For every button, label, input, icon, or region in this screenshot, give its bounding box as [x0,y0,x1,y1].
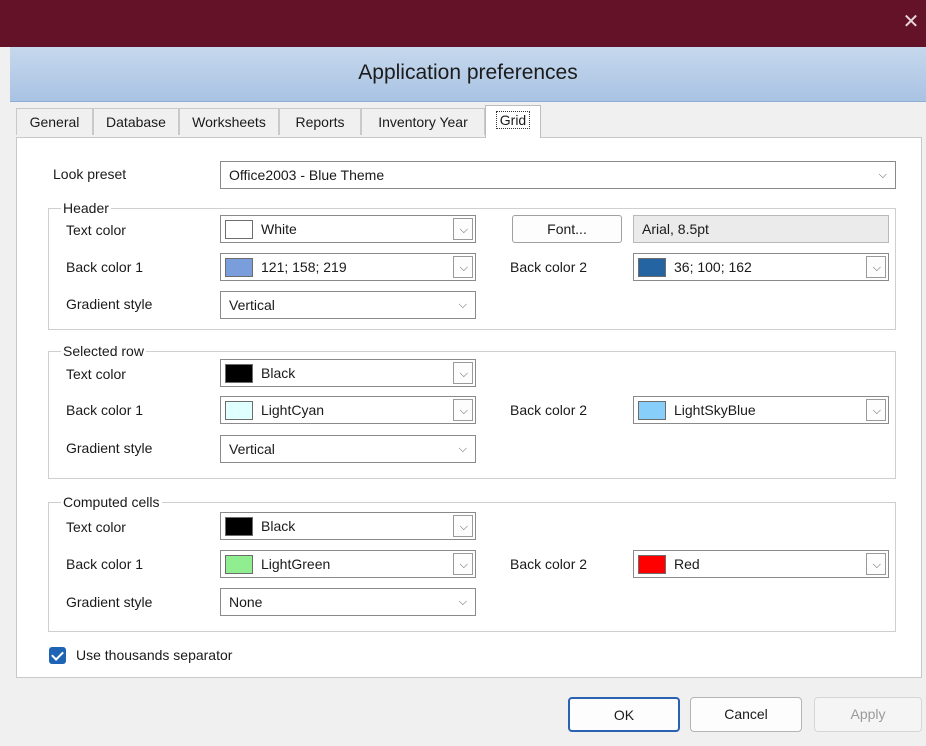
selected-back-color-1-label: Back color 1 [66,402,144,418]
look-preset-label: Look preset [53,166,127,182]
header-back-color-1-label: Back color 1 [66,259,144,275]
chevron-down-icon: ⌵ [459,367,468,380]
chevron-down-icon: ⌵ [458,595,467,608]
dialog-banner: Application preferences [10,47,926,102]
chevron-down-icon: ⌵ [459,223,468,236]
color-swatch [225,555,253,574]
font-button[interactable]: Font... [512,215,622,243]
computed-gradient-style-select[interactable]: None ⌵ [220,588,476,616]
window-edge [0,47,10,746]
color-swatch [638,555,666,574]
thousands-separator-label[interactable]: Use thousands separator [76,647,232,663]
computed-gradient-style-label: Gradient style [66,594,153,610]
computed-back-color-2-select[interactable]: Red ⌵ [633,550,889,578]
tab-grid[interactable]: Grid [485,105,541,138]
tab-general[interactable]: General [16,108,93,135]
dropdown-button[interactable]: ⌵ [866,553,886,575]
chevron-down-icon: ⌵ [878,168,887,181]
ok-button[interactable]: OK [568,697,680,732]
header-back-color-2-select[interactable]: 36; 100; 162 ⌵ [633,253,889,281]
chevron-down-icon: ⌵ [872,558,881,571]
font-value-field: Arial, 8.5pt [633,215,889,243]
close-icon[interactable]: ✕ [896,6,926,36]
title-bar: ✕ [0,0,926,47]
computed-gradient-style-value: None [229,594,263,610]
tab-grid-label: Grid [495,111,531,129]
chevron-down-icon: ⌵ [459,261,468,274]
selected-gradient-style-label: Gradient style [66,440,153,456]
chevron-down-icon: ⌵ [458,442,467,455]
dropdown-button[interactable]: ⌵ [453,362,473,384]
color-swatch [638,401,666,420]
computed-text-color-label: Text color [66,519,126,535]
selected-back-color-1-select[interactable]: LightCyan ⌵ [220,396,476,424]
header-back-color-1-value: 121; 158; 219 [261,259,347,275]
selected-back-color-1-value: LightCyan [261,402,325,418]
dropdown-button[interactable]: ⌵ [453,256,473,278]
selected-text-color-label: Text color [66,366,126,382]
dropdown-button[interactable]: ⌵ [866,256,886,278]
header-back-color-2-value: 36; 100; 162 [674,259,752,275]
selected-back-color-2-label: Back color 2 [510,402,588,418]
tab-worksheets[interactable]: Worksheets [179,108,279,135]
color-swatch [225,258,253,277]
header-text-color-label: Text color [66,222,126,238]
chevron-down-icon: ⌵ [458,298,467,311]
tab-reports[interactable]: Reports [279,108,361,135]
computed-back-color-1-label: Back color 1 [66,556,144,572]
thousands-separator-checkbox[interactable] [49,647,66,664]
selected-text-color-select[interactable]: Black ⌵ [220,359,476,387]
computed-text-color-select[interactable]: Black ⌵ [220,512,476,540]
selected-gradient-style-value: Vertical [229,441,275,457]
font-value: Arial, 8.5pt [642,221,709,237]
tab-database[interactable]: Database [93,108,179,135]
chevron-down-icon: ⌵ [872,261,881,274]
selected-back-color-2-select[interactable]: LightSkyBlue ⌵ [633,396,889,424]
look-preset-value: Office2003 - Blue Theme [229,167,385,183]
chevron-down-icon: ⌵ [872,404,881,417]
dropdown-button[interactable]: ⌵ [453,515,473,537]
dropdown-button[interactable]: ⌵ [453,399,473,421]
color-swatch [225,517,253,536]
computed-back-color-2-value: Red [674,556,700,572]
computed-text-color-value: Black [261,518,296,534]
color-swatch [638,258,666,277]
color-swatch [225,364,253,383]
chevron-down-icon: ⌵ [459,558,468,571]
selected-row-group-title: Selected row [61,343,146,359]
header-back-color-1-select[interactable]: 121; 158; 219 ⌵ [220,253,476,281]
computed-cells-group-title: Computed cells [61,494,162,510]
cancel-button[interactable]: Cancel [690,697,802,732]
selected-text-color-value: Black [261,365,296,381]
dropdown-button[interactable]: ⌵ [453,218,473,240]
header-back-color-2-label: Back color 2 [510,259,588,275]
header-group-title: Header [61,200,111,216]
header-gradient-style-select[interactable]: Vertical ⌵ [220,291,476,319]
dropdown-button[interactable]: ⌵ [453,553,473,575]
dialog-title: Application preferences [358,61,578,84]
header-gradient-style-value: Vertical [229,297,275,313]
header-text-color-value: White [261,221,297,237]
selected-back-color-2-value: LightSkyBlue [674,402,756,418]
chevron-down-icon: ⌵ [459,404,468,417]
computed-back-color-2-label: Back color 2 [510,556,588,572]
apply-button[interactable]: Apply [814,697,922,732]
computed-back-color-1-select[interactable]: LightGreen ⌵ [220,550,476,578]
chevron-down-icon: ⌵ [459,520,468,533]
look-preset-select[interactable]: Office2003 - Blue Theme ⌵ [220,161,896,189]
tab-inventory-year[interactable]: Inventory Year [361,108,485,135]
computed-back-color-1-value: LightGreen [261,556,331,572]
header-text-color-select[interactable]: White ⌵ [220,215,476,243]
color-swatch [225,220,253,239]
color-swatch [225,401,253,420]
selected-gradient-style-select[interactable]: Vertical ⌵ [220,435,476,463]
dropdown-button[interactable]: ⌵ [866,399,886,421]
header-gradient-style-label: Gradient style [66,296,153,312]
